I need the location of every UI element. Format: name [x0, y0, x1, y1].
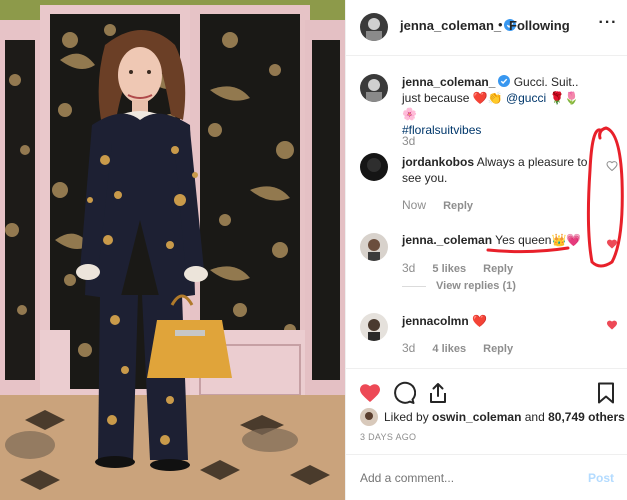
comment-avatar-jenna-coleman[interactable] [360, 233, 388, 261]
author-avatar[interactable] [360, 13, 388, 41]
comment-body: Yes queen👑💗 [495, 233, 582, 247]
caption-emoji-a: ❤️👏 [472, 91, 503, 105]
post-action-bar [346, 368, 627, 408]
comment-heart-icon[interactable] [606, 160, 618, 172]
add-comment-bar: Post [346, 454, 627, 500]
share-icon[interactable] [426, 381, 450, 405]
heart-icon[interactable] [358, 381, 382, 405]
comment-meta: 3d 5 likes Reply [402, 261, 527, 275]
comment-likes-count[interactable]: 4 likes [432, 343, 466, 355]
likes-count-link[interactable]: 80,749 others [548, 410, 625, 424]
following-button[interactable]: Following [509, 18, 570, 33]
post-date: 3 DAYS AGO [360, 432, 417, 442]
bookmark-icon[interactable] [594, 381, 618, 405]
comment-meta: 3d 4 likes Reply [402, 341, 527, 355]
post-header: jenna_coleman_ • Following ··· [346, 0, 627, 56]
header-separator: • [498, 17, 503, 32]
more-icon[interactable]: ··· [598, 15, 618, 36]
liker-avatar[interactable] [360, 408, 378, 426]
comment-liked-heart-icon[interactable] [606, 319, 618, 331]
replies-divider [402, 285, 426, 287]
caption-username[interactable]: jenna_coleman_ [402, 75, 495, 89]
comment-username[interactable]: jennacolmn [402, 314, 469, 328]
comment-icon[interactable] [392, 381, 416, 405]
comment-likes-count[interactable]: 5 likes [432, 263, 466, 275]
caption-age: 3d [402, 134, 416, 148]
comment-meta: Now Reply [402, 198, 487, 212]
caption-avatar[interactable] [360, 74, 388, 102]
view-replies-label[interactable]: View replies (1) [436, 280, 516, 292]
comment-avatar-jordankobos[interactable] [360, 153, 388, 181]
comment-liked-heart-icon[interactable] [606, 238, 618, 250]
comment-username[interactable]: jenna._coleman [402, 233, 492, 247]
comment-age: Now [402, 198, 427, 212]
reply-button[interactable]: Reply [443, 200, 473, 212]
comment-body: ❤️ [472, 314, 487, 328]
verified-badge-icon [498, 75, 511, 87]
caption-meta: 3d [402, 134, 429, 148]
comment-jennacolmn: jennacolmn ❤️ [402, 313, 592, 329]
comment-avatar-jennacolmn[interactable] [360, 313, 388, 341]
view-replies-button[interactable]: View replies (1) [402, 280, 516, 292]
comment-age: 3d [402, 341, 416, 355]
comment-jordankobos: jordankobos Always a pleasure to see you… [402, 154, 592, 186]
caption-text: jenna_coleman_ Gucci. Suit.. just becaus… [402, 74, 592, 138]
liked-by-prefix: Liked by [384, 410, 433, 424]
comment-age: 3d [402, 261, 416, 275]
post-comment-button[interactable]: Post [588, 471, 614, 485]
liked-by-line: Liked by oswin_coleman and 80,749 others [360, 408, 625, 426]
post-photo[interactable] [0, 0, 345, 500]
author-username-text[interactable]: jenna_coleman_ [400, 18, 501, 33]
comment-jenna-coleman: jenna._coleman Yes queen👑💗 [402, 232, 592, 248]
reply-button[interactable]: Reply [483, 343, 513, 355]
add-comment-input[interactable] [360, 471, 560, 485]
liked-by-mid: and [521, 410, 549, 424]
post-side-panel: jenna_coleman_ • Following ··· jenna_col… [345, 0, 627, 500]
photo-illustration [0, 0, 345, 500]
comment-username[interactable]: jordankobos [402, 155, 474, 169]
reply-button[interactable]: Reply [483, 263, 513, 275]
gucci-mention-link[interactable]: @gucci [506, 91, 546, 105]
liker-username[interactable]: oswin_coleman [432, 410, 521, 424]
